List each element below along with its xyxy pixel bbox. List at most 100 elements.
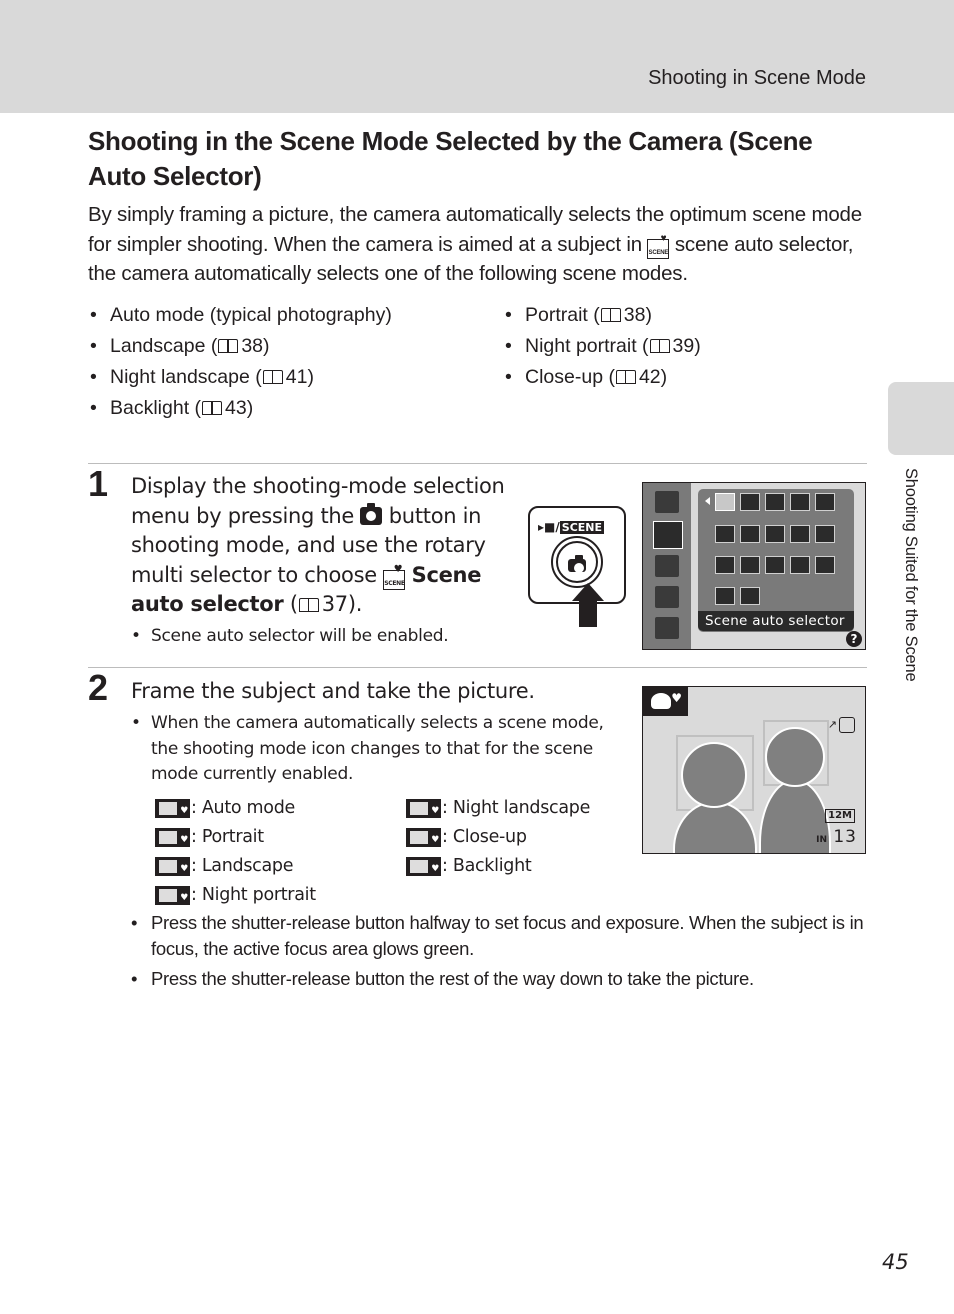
- camera-mode-icon[interactable]: [655, 491, 679, 513]
- step2-title: Frame the subject and take the picture.: [131, 679, 535, 703]
- divider: [88, 463, 867, 464]
- legend-row: : Portrait: [155, 823, 316, 855]
- legend-row: : Landscape: [155, 852, 316, 884]
- portrait-mode-indicator-icon: [643, 687, 688, 716]
- legend-label: : Backlight: [442, 856, 532, 876]
- legend-label: : Night portrait: [191, 885, 316, 905]
- list-item-label: Landscape (: [110, 335, 218, 357]
- page-ref[interactable]: 38): [241, 335, 269, 357]
- list-item-label: Close-up (: [525, 366, 615, 388]
- step1-instruction: Display the shooting-mode selection menu…: [131, 472, 511, 620]
- mode-icon-legend-col2: : Night landscape : Close-up : Backlight: [406, 794, 591, 884]
- book-ref-icon: [218, 339, 239, 353]
- legend-row: : Night landscape: [406, 794, 591, 826]
- list-item: Press the shutter-release button halfway…: [131, 910, 871, 961]
- backlight-icon: [406, 855, 441, 884]
- close-up-icon[interactable]: [715, 556, 735, 574]
- page-ref[interactable]: 39): [673, 335, 701, 357]
- beach-snow-icon[interactable]: [740, 525, 760, 543]
- list-item-label: Portrait (: [525, 304, 600, 326]
- book-ref-icon: [649, 339, 670, 353]
- close-up-icon: [406, 826, 441, 855]
- zoom-icon: ↗: [827, 718, 837, 731]
- page-number: 45: [882, 1250, 909, 1274]
- backlight-icon[interactable]: [715, 587, 735, 605]
- page-ref[interactable]: 43): [225, 397, 253, 419]
- list-item-label: Night portrait (: [525, 335, 649, 357]
- book-ref-icon: [298, 598, 319, 612]
- legend-label: : Night landscape: [442, 798, 591, 818]
- step1-note: Scene auto selector will be enabled.: [131, 624, 449, 650]
- subject-tracking-icon[interactable]: [655, 586, 679, 608]
- camera-icon: [568, 555, 586, 573]
- night-landscape-icon: [406, 797, 441, 826]
- chapter-tab[interactable]: [888, 382, 954, 455]
- page-ref[interactable]: 37).: [322, 592, 363, 616]
- press-arrow-shaft: [579, 600, 597, 627]
- step2-note: When the camera automatically selects a …: [131, 711, 621, 788]
- camera-icon: [360, 502, 383, 525]
- sports-icon[interactable]: [790, 493, 810, 511]
- page-ref[interactable]: 41): [286, 366, 314, 388]
- divider: [88, 667, 867, 668]
- panorama-icon[interactable]: [740, 587, 760, 605]
- movie-mode-icon[interactable]: [655, 617, 679, 639]
- list-item: Press the shutter-release button the res…: [131, 966, 871, 992]
- legend-row: : Auto mode: [155, 794, 316, 826]
- smile-mode-icon[interactable]: [655, 555, 679, 577]
- landscape-icon[interactable]: [765, 493, 785, 511]
- button-label: ▸■/SCENE: [538, 520, 604, 534]
- auto-mode-icon: [155, 797, 190, 826]
- image-size-badge: 12M: [825, 809, 855, 823]
- chapter-tab-label: Shooting Suited for the Scene: [902, 468, 920, 682]
- section-header: Shooting in Scene Mode: [648, 67, 866, 89]
- left-arrow-icon: [705, 497, 710, 505]
- list-item-label: Backlight (: [110, 397, 202, 419]
- museum-icon[interactable]: [765, 556, 785, 574]
- list-item: Portrait ( 38): [505, 300, 701, 331]
- scene-auto-selector-icon: SCENE: [383, 565, 406, 590]
- mode-sidebar: [643, 483, 691, 649]
- scene-auto-selector-icon[interactable]: [715, 493, 735, 511]
- list-item: Close-up ( 42): [505, 362, 701, 393]
- scene-mode-list-col1: Auto mode (typical photography) Landscap…: [90, 300, 392, 424]
- step-number: 1: [88, 463, 109, 504]
- mode-selection-screen: Scene auto selector ?: [642, 482, 866, 650]
- book-ref-icon: [262, 370, 283, 384]
- fireworks-icon[interactable]: [790, 556, 810, 574]
- scene-label: SCENE: [559, 521, 604, 534]
- portrait-icon: [155, 826, 190, 855]
- night-portrait-icon: [155, 884, 190, 913]
- vibration-reduction-icon: [839, 717, 855, 733]
- book-ref-icon: [615, 370, 636, 384]
- header-band: [0, 0, 954, 113]
- legend-label: : Portrait: [191, 827, 264, 847]
- subject-head: [681, 742, 747, 808]
- internal-memory-icon: IN: [816, 835, 827, 845]
- sunset-icon[interactable]: [765, 525, 785, 543]
- scene-auto-selector-icon: SCENE: [647, 234, 670, 259]
- scene-icon-text: SCENE: [648, 249, 669, 256]
- list-item-label: Night landscape (: [110, 366, 262, 388]
- page-ref[interactable]: 42): [639, 366, 667, 388]
- night-portrait-icon[interactable]: [815, 493, 835, 511]
- scene-mode-list-col2: Portrait ( 38) Night portrait ( 39) Close-…: [505, 300, 701, 393]
- portrait-icon[interactable]: [740, 493, 760, 511]
- ref-open: (: [283, 592, 298, 616]
- page-ref[interactable]: 38): [624, 304, 652, 326]
- list-item-label: Auto mode (typical photography): [110, 304, 392, 326]
- copy-icon[interactable]: [815, 556, 835, 574]
- party-icon[interactable]: [715, 525, 735, 543]
- screen-caption: Scene auto selector: [698, 611, 854, 631]
- list-item: Night landscape ( 41): [90, 362, 392, 393]
- legend-label: : Close-up: [442, 827, 527, 847]
- list-item: Backlight ( 43): [90, 393, 392, 424]
- scene-mode-icon-selected[interactable]: [653, 521, 683, 549]
- dusk-dawn-icon[interactable]: [790, 525, 810, 543]
- page-title: Shooting in the Scene Mode Selected by t…: [88, 126, 813, 191]
- night-landscape-icon[interactable]: [815, 525, 835, 543]
- subject-head: [765, 727, 825, 787]
- help-icon[interactable]: ?: [846, 631, 862, 647]
- food-icon[interactable]: [740, 556, 760, 574]
- legend-label: : Auto mode: [191, 798, 295, 818]
